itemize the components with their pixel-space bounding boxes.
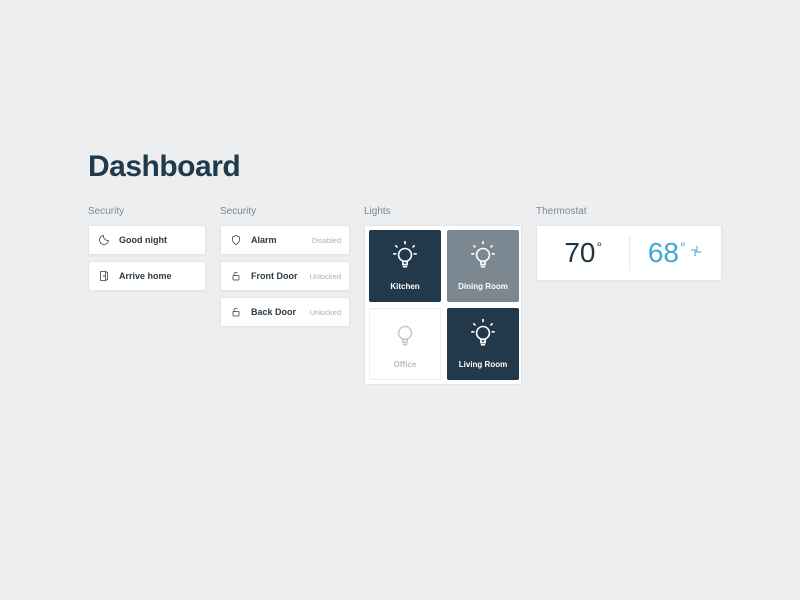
page-title: Dashboard: [88, 150, 800, 184]
light-tile-office[interactable]: Office: [369, 308, 441, 380]
lightbulb-icon: [392, 241, 418, 276]
security-item-label: Back Door: [251, 307, 302, 317]
thermostat-current-temp: 70°: [564, 237, 601, 269]
lightbulb-icon: [470, 241, 496, 276]
lights-grid: Kitchen Dining Room: [364, 225, 522, 385]
thermostat-current-value: 70: [564, 237, 595, 268]
security-item-alarm[interactable]: Alarm Disabled: [220, 225, 350, 255]
lightbulb-icon: [392, 319, 418, 354]
thermostat-column: Thermostat 70° 68°: [536, 206, 722, 281]
security-item-status: Unlocked: [310, 272, 341, 281]
light-tile-kitchen[interactable]: Kitchen: [369, 230, 441, 302]
security-heading: Security: [220, 206, 350, 217]
security-item-status: Disabled: [312, 236, 341, 245]
scene-label: Arrive home: [119, 271, 197, 281]
scenes-heading: Security: [88, 206, 206, 217]
thermostat-card[interactable]: 70° 68°: [536, 225, 722, 281]
degree-symbol: °: [597, 239, 603, 255]
degree-symbol: °: [680, 239, 686, 255]
thermostat-current: 70°: [537, 226, 629, 280]
thermostat-heading: Thermostat: [536, 206, 722, 217]
shield-icon: [229, 233, 243, 247]
light-room-label: Living Room: [459, 360, 507, 369]
lightbulb-icon: [470, 319, 496, 354]
security-item-back-door[interactable]: Back Door Unlocked: [220, 297, 350, 327]
light-room-label: Office: [394, 360, 417, 369]
security-column: Security Alarm Disabled Front Door Unloc…: [220, 206, 350, 333]
security-item-front-door[interactable]: Front Door Unlocked: [220, 261, 350, 291]
security-item-label: Front Door: [251, 271, 302, 281]
thermostat-target-temp: 68°: [648, 237, 685, 269]
lights-heading: Lights: [364, 206, 522, 217]
lock-open-icon: [229, 305, 243, 319]
light-room-label: Kitchen: [390, 282, 419, 291]
security-item-label: Alarm: [251, 235, 304, 245]
moon-icon: [97, 233, 111, 247]
lock-open-icon: [229, 269, 243, 283]
scenes-column: Security Good night Arrive home: [88, 206, 206, 297]
security-item-status: Unlocked: [310, 308, 341, 317]
door-open-icon: [97, 269, 111, 283]
light-tile-dining-room[interactable]: Dining Room: [447, 230, 519, 302]
lights-column: Lights Kitchen: [364, 206, 522, 385]
light-room-label: Dining Room: [458, 282, 508, 291]
scene-arrive-home[interactable]: Arrive home: [88, 261, 206, 291]
dashboard-columns: Security Good night Arrive home Security: [88, 206, 800, 385]
light-tile-living-room[interactable]: Living Room: [447, 308, 519, 380]
thermostat-target-value: 68: [648, 237, 679, 268]
thermostat-target[interactable]: 68°: [630, 226, 722, 280]
scene-good-night[interactable]: Good night: [88, 225, 206, 255]
scene-label: Good night: [119, 235, 197, 245]
fan-icon: [689, 244, 703, 263]
